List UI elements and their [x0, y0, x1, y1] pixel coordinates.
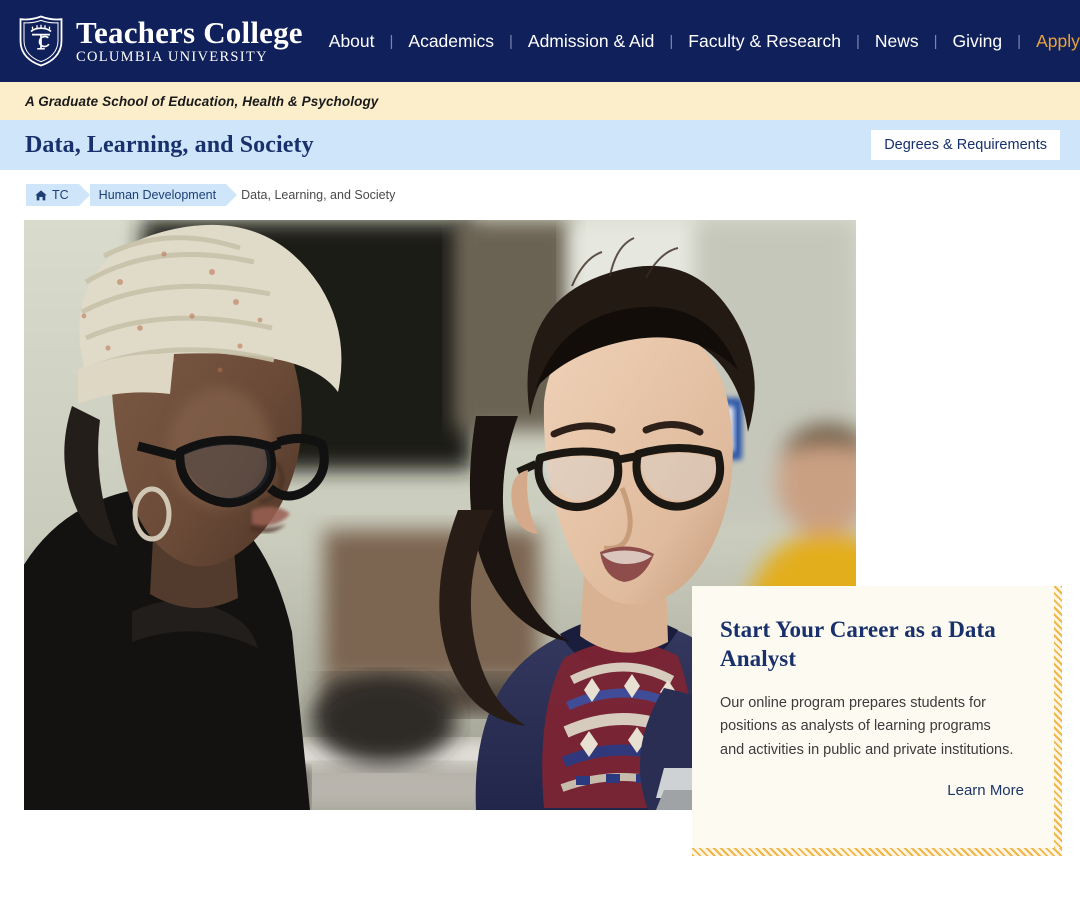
nav-separator: | [389, 32, 394, 50]
breadcrumb-item-human-development[interactable]: Human Development [89, 184, 238, 206]
page-title-band: Data, Learning, and Society Degrees & Re… [0, 120, 1080, 170]
breadcrumb-item-tc[interactable]: TC [26, 184, 90, 206]
site-header: Teachers College COLUMBIA UNIVERSITY Abo… [0, 0, 1080, 82]
callout-title: Start Your Career as a Data Analyst [720, 617, 996, 671]
nav-separator: | [933, 32, 938, 50]
nav-item-admission-aid[interactable]: Admission & Aid [526, 31, 656, 52]
nav-item-faculty-research[interactable]: Faculty & Research [686, 31, 843, 52]
nav-separator: | [855, 32, 860, 50]
nav-separator: | [509, 32, 513, 50]
nav-separator: | [669, 32, 674, 50]
callout-cta-row: Learn More [720, 782, 1024, 799]
breadcrumb-label: TC [52, 188, 69, 202]
nav-item-giving[interactable]: Giving [951, 31, 1005, 52]
callout-body: Our online program prepares students for… [720, 694, 1014, 758]
main-navigation: About | Academics | Admission & Aid | Fa… [327, 31, 1080, 52]
degrees-requirements-button[interactable]: Degrees & Requirements [871, 130, 1060, 160]
nav-separator: | [1017, 32, 1022, 50]
nav-item-apply[interactable]: Apply [1034, 31, 1080, 52]
page-title: Data, Learning, and Society [25, 131, 314, 158]
home-icon [35, 189, 47, 201]
callout-hatch-right-decoration [1054, 586, 1062, 856]
breadcrumb: TC Human Development Data, Learning, and… [26, 184, 395, 206]
learn-more-link[interactable]: Learn More [947, 782, 1024, 799]
nav-item-news[interactable]: News [873, 31, 921, 52]
tagline-band: A Graduate School of Education, Health &… [0, 82, 1080, 120]
nav-item-about[interactable]: About [327, 31, 377, 52]
brand-text: Teachers College COLUMBIA UNIVERSITY [76, 17, 303, 65]
callout-card: Start Your Career as a Data Analyst Our … [692, 586, 1062, 856]
breadcrumb-item-current: Data, Learning, and Society [241, 188, 396, 202]
tagline-text: A Graduate School of Education, Health &… [25, 93, 379, 109]
brand-logo-link[interactable]: Teachers College COLUMBIA UNIVERSITY [18, 15, 303, 67]
brand-name: Teachers College [76, 15, 303, 51]
nav-item-academics[interactable]: Academics [406, 31, 496, 52]
tc-shield-icon [18, 15, 64, 67]
hero-section: Start Your Career as a Data Analyst Our … [0, 220, 1080, 876]
breadcrumb-bar: TC Human Development Data, Learning, and… [0, 170, 1080, 220]
brand-subtitle: COLUMBIA UNIVERSITY [76, 49, 268, 66]
breadcrumb-label: Human Development [98, 188, 217, 202]
callout-hatch-bottom-decoration [692, 848, 1062, 856]
